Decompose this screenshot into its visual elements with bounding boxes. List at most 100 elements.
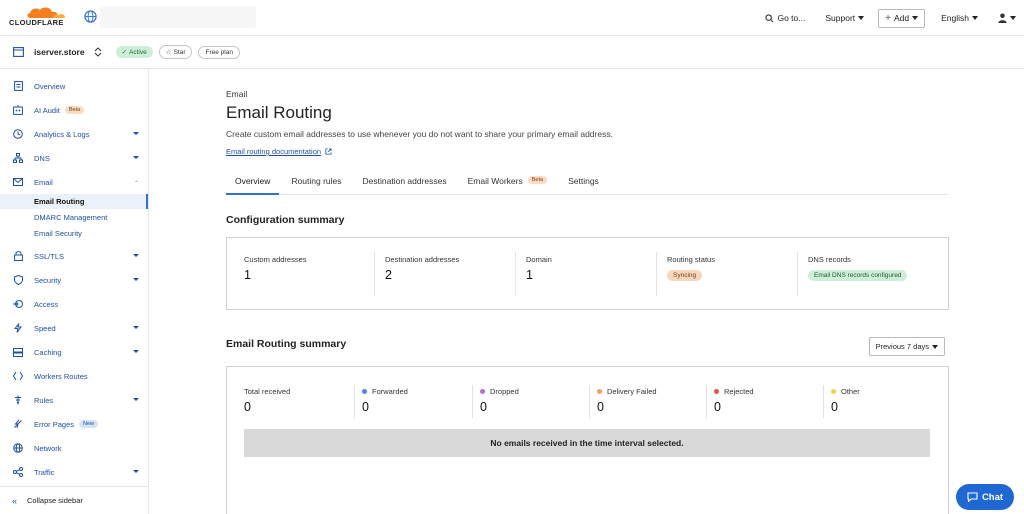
sidebar-item-analytics[interactable]: Analytics & Logs [0, 124, 148, 144]
tab-overview[interactable]: Overview [226, 168, 280, 195]
double-chevron-left-icon: « [12, 495, 18, 506]
chat-button[interactable]: Chat [956, 484, 1014, 510]
collapse-sidebar-button[interactable]: « Collapse sidebar [0, 486, 148, 514]
sidebar-item-ai-audit[interactable]: AI Audit Beta [0, 100, 148, 120]
doc-link-label: Email routing documentation [226, 147, 322, 156]
beta-badge: Beta [527, 176, 548, 184]
goto-label: Go to... [777, 13, 806, 23]
sidebar-subitem-label: DMARC Management [34, 213, 108, 222]
sidebar-item-label: SSL/TLS [34, 251, 65, 261]
tab-label: Routing rules [291, 176, 342, 186]
stat-label: Forwarded [362, 387, 408, 396]
cloudflare-logo[interactable]: CLOUDFLARE [9, 5, 73, 31]
globe-icon [13, 443, 23, 453]
empty-state-message: No emails received in the time interval … [244, 429, 930, 457]
sidebar: Overview AI Audit Beta Analytics & Logs … [0, 69, 149, 514]
routing-summary-card: Total received 0 Forwarded 0 Dropped 0 D… [226, 366, 949, 514]
sidebar-item-security[interactable]: Security [0, 270, 148, 290]
plan-badge[interactable]: Free plan [198, 45, 240, 59]
goto-button[interactable]: Go to... [765, 13, 805, 23]
tab-email-workers[interactable]: Email Workers Beta [459, 168, 556, 195]
plus-icon: + [885, 12, 891, 24]
breadcrumb: Email [226, 89, 248, 99]
delivery-failed-stat: Delivery Failed 0 [597, 387, 657, 414]
zone-switch-icon[interactable] [94, 47, 102, 57]
stat-label: Domain [526, 255, 552, 264]
sidebar-item-dns[interactable]: DNS [0, 148, 148, 168]
user-menu[interactable] [998, 13, 1016, 23]
sidebar-subitem-email-routing[interactable]: Email Routing [0, 194, 148, 209]
sidebar-item-overview[interactable]: Overview [0, 76, 148, 96]
chat-label: Chat [981, 491, 1004, 503]
chevron-down-icon [133, 156, 139, 159]
documentation-link[interactable]: Email routing documentation [226, 147, 332, 156]
support-menu[interactable]: Support [825, 13, 865, 23]
forwarded-dot [362, 389, 367, 394]
chevron-down-icon [133, 132, 139, 135]
sidebar-item-access[interactable]: Access [0, 294, 148, 314]
language-menu[interactable]: English [941, 13, 978, 23]
add-button[interactable]: + Add [878, 8, 926, 28]
forwarded-stat: Forwarded 0 [362, 387, 408, 414]
stat-value: 0 [244, 400, 251, 414]
stat-value: 0 [831, 400, 838, 414]
stat-value: 0 [480, 400, 487, 414]
tab-routing-rules[interactable]: Routing rules [282, 168, 350, 195]
domain-stat: Domain 1 [526, 255, 552, 282]
stat-value: 1 [244, 268, 251, 282]
dropped-stat: Dropped 0 [480, 387, 519, 414]
sidebar-item-label: Email [34, 177, 53, 187]
sidebar-item-speed[interactable]: Speed [0, 318, 148, 338]
tab-bar: Overview Routing rules Destination addre… [226, 168, 948, 195]
server-icon [13, 347, 23, 357]
chevron-down-icon [133, 326, 139, 329]
sidebar-item-error-pages[interactable]: Error Pages New [0, 414, 148, 434]
lock-icon [13, 251, 23, 261]
ai-audit-icon [13, 105, 23, 115]
sidebar-item-label: Network [34, 443, 62, 453]
destination-addresses-stat: Destination addresses 2 [385, 255, 459, 282]
external-link-icon [325, 148, 332, 155]
time-period-select[interactable]: Previous 7 days [868, 337, 945, 356]
divider [656, 252, 657, 296]
status-badge: ✓ Active [115, 46, 153, 58]
stat-label: Routing status [667, 255, 715, 264]
total-received-stat: Total received 0 [244, 387, 290, 414]
stat-value: 0 [597, 400, 604, 414]
tab-destination-addresses[interactable]: Destination addresses [354, 168, 456, 195]
sidebar-item-label: Access [34, 299, 59, 309]
sidebar-subitem-email-security[interactable]: Email Security [0, 226, 148, 241]
sidebar-item-email[interactable]: Email ⌃ [0, 172, 148, 192]
network-icon [13, 153, 23, 163]
dns-status-badge: Email DNS records configured [808, 270, 908, 281]
sidebar-item-label: Speed [34, 323, 56, 333]
sidebar-item-workers-routes[interactable]: Workers Routes [0, 366, 148, 386]
chat-bubble-icon [967, 492, 978, 502]
chevron-down-icon [972, 16, 978, 20]
divider [823, 385, 824, 419]
chevron-down-icon [133, 254, 139, 257]
stat-value: 1 [526, 268, 533, 282]
globe-icon[interactable] [84, 10, 97, 23]
star-icon: ☆ [165, 49, 172, 56]
sidebar-item-caching[interactable]: Caching [0, 342, 148, 362]
routing-status-stat: Routing status Syncing [667, 255, 715, 281]
access-icon [13, 299, 23, 309]
account-selector[interactable] [100, 6, 256, 28]
tab-label: Overview [235, 176, 271, 186]
plan-label: Free plan [205, 48, 233, 56]
check-icon: ✓ [121, 49, 128, 56]
star-button[interactable]: ☆ Star [158, 45, 193, 59]
sidebar-item-rules[interactable]: Rules [0, 390, 148, 410]
sidebar-item-network[interactable]: Network [0, 438, 148, 458]
clock-icon [13, 129, 23, 139]
chevron-down-icon [133, 350, 139, 353]
stat-value: 0 [714, 400, 721, 414]
sidebar-item-ssl-tls[interactable]: SSL/TLS [0, 246, 148, 266]
chevron-down-icon [932, 344, 938, 349]
sidebar-item-traffic[interactable]: Traffic [0, 462, 148, 482]
tab-settings[interactable]: Settings [559, 168, 608, 195]
configuration-summary-title: Configuration summary [226, 214, 345, 226]
chevron-down-icon [133, 398, 139, 401]
sidebar-subitem-dmarc[interactable]: DMARC Management [0, 210, 148, 225]
